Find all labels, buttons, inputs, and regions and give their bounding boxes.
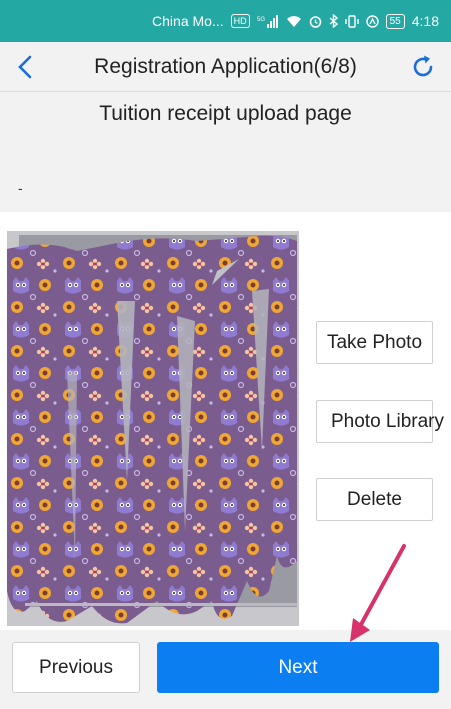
- hd-badge: HD: [230, 14, 250, 28]
- signal-icon: 5G: [257, 14, 279, 28]
- next-button[interactable]: Next: [157, 642, 439, 693]
- previous-button[interactable]: Previous: [12, 642, 140, 693]
- chevron-left-icon[interactable]: [12, 54, 38, 80]
- battery-icon: 55: [385, 13, 405, 29]
- alarm-icon: [309, 15, 322, 28]
- delete-button[interactable]: Delete: [316, 478, 433, 521]
- take-photo-button[interactable]: Take Photo: [316, 321, 433, 364]
- bluetooth-icon: [329, 14, 338, 28]
- refresh-icon[interactable]: [409, 53, 437, 81]
- footer-bar: Previous Next: [0, 630, 451, 709]
- nfc-icon: [365, 14, 379, 28]
- network-badge: 5G: [257, 17, 265, 23]
- status-bar: China Mo... HD 5G 55 4:18: [0, 0, 451, 42]
- receipt-image[interactable]: [7, 231, 299, 626]
- clock: 4:18: [411, 13, 439, 29]
- dash-text: -: [18, 180, 23, 196]
- nav-title: Registration Application(6/8): [94, 55, 357, 78]
- photo-library-button[interactable]: Photo Library: [316, 400, 444, 443]
- nav-bar: Registration Application(6/8): [0, 42, 451, 92]
- wifi-icon: [286, 15, 302, 28]
- carrier-label: China Mo...: [152, 13, 224, 29]
- vibrate-icon: [344, 14, 359, 28]
- page-heading: Tuition receipt upload page: [99, 102, 352, 125]
- upload-area: Take Photo Photo Library Delete: [0, 212, 451, 630]
